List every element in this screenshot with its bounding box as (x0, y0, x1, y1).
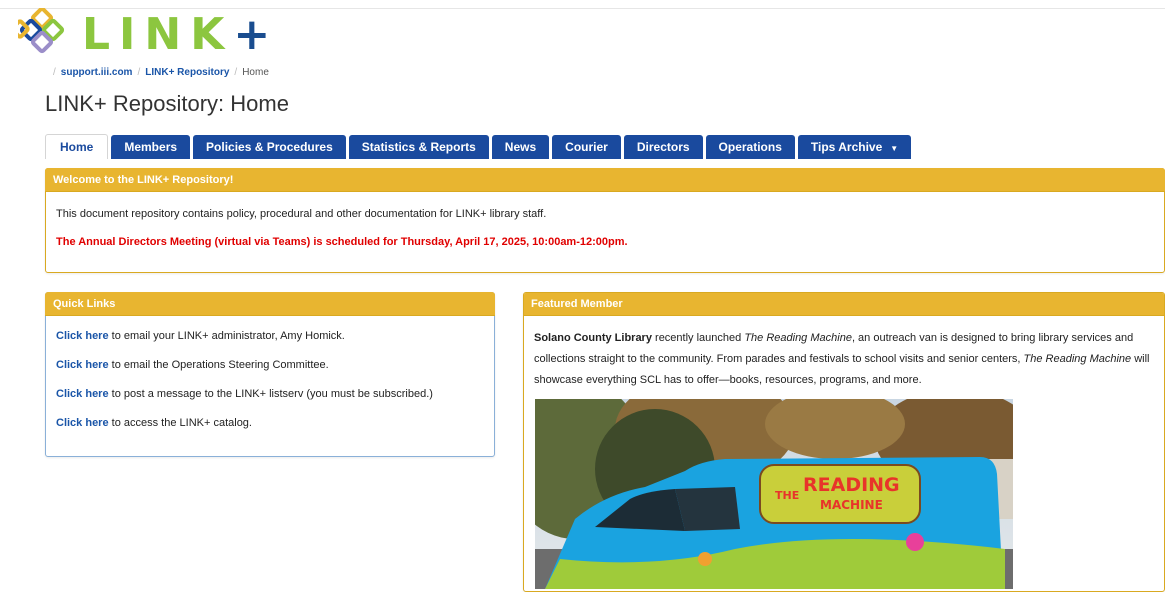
tab-operations[interactable]: Operations (705, 135, 795, 159)
directors-meeting-alert: The Annual Directors Meeting (virtual vi… (56, 236, 628, 248)
tab-members[interactable]: Members (111, 135, 191, 159)
featured-member-panel: Featured Member Solano County Library re… (523, 292, 1165, 592)
logo-letters: LINK (82, 9, 234, 60)
van-sign-main: READING (803, 474, 900, 496)
breadcrumb-link-support[interactable]: support.iii.com (61, 67, 133, 78)
tab-statistics-reports[interactable]: Statistics & Reports (348, 135, 489, 159)
catalog-link[interactable]: Click here (56, 417, 109, 429)
quick-links-title: Quick Links (45, 292, 495, 316)
quick-links-panel: Quick Links Click here to email your LIN… (45, 292, 495, 457)
quick-link-text: to access the LINK+ catalog. (108, 417, 252, 429)
breadcrumb-link-repository[interactable]: LINK+ Repository (145, 67, 229, 78)
nav-tabs: Home Members Policies & Procedures Stati… (45, 134, 914, 159)
email-steering-committee-link[interactable]: Click here (56, 359, 109, 371)
quick-link-item: Click here to post a message to the LINK… (56, 385, 484, 403)
breadcrumb: / support.iii.com / LINK+ Repository / Home (53, 67, 269, 78)
interlocking-rings-icon (18, 8, 65, 54)
page-title: LINK+ Repository: Home (45, 91, 289, 116)
welcome-panel-title: Welcome to the LINK+ Repository! (45, 168, 1165, 192)
tab-tips-archive[interactable]: Tips Archive ▼ (797, 135, 912, 159)
quick-link-text: to email the Operations Steering Committ… (108, 359, 329, 371)
van-sign-the: THE (775, 489, 799, 502)
description-text: recently launched (651, 332, 745, 344)
van-sign-sub: MACHINE (820, 498, 883, 512)
email-administrator-link[interactable]: Click here (56, 330, 109, 342)
quick-link-text: to post a message to the LINK+ listserv … (108, 388, 433, 400)
program-name: The Reading Machine (744, 332, 852, 344)
post-listserv-link[interactable]: Click here (56, 388, 109, 400)
quick-link-item: Click here to access the LINK+ catalog. (56, 414, 484, 432)
tab-directors[interactable]: Directors (623, 135, 703, 159)
tab-policies-procedures[interactable]: Policies & Procedures (193, 135, 346, 159)
quick-link-item: Click here to email the Operations Steer… (56, 356, 484, 374)
tab-tips-archive-label: Tips Archive (810, 140, 883, 154)
tab-courier[interactable]: Courier (552, 135, 621, 159)
link-plus-logo[interactable]: LINK+ (18, 8, 278, 62)
featured-member-title: Featured Member (524, 293, 1164, 316)
tab-news[interactable]: News (491, 135, 550, 159)
featured-library-name: Solano County Library (534, 332, 652, 344)
tab-home[interactable]: Home (45, 134, 109, 159)
welcome-text: This document repository contains policy… (56, 208, 547, 220)
caret-down-icon: ▼ (890, 144, 899, 153)
quick-link-item: Click here to email your LINK+ administr… (56, 327, 484, 345)
quick-link-text: to email your LINK+ administrator, Amy H… (108, 330, 345, 342)
welcome-panel: Welcome to the LINK+ Repository! This do… (45, 168, 1165, 273)
logo-wordmark: LINK+ (82, 10, 270, 60)
featured-member-description: Solano County Library recently launched … (534, 328, 1154, 391)
logo-plus: + (233, 9, 271, 60)
breadcrumb-current: Home (242, 67, 269, 78)
program-name: The Reading Machine (1023, 353, 1132, 365)
reading-machine-van-photo: THE READING MACHINE (535, 399, 1013, 589)
